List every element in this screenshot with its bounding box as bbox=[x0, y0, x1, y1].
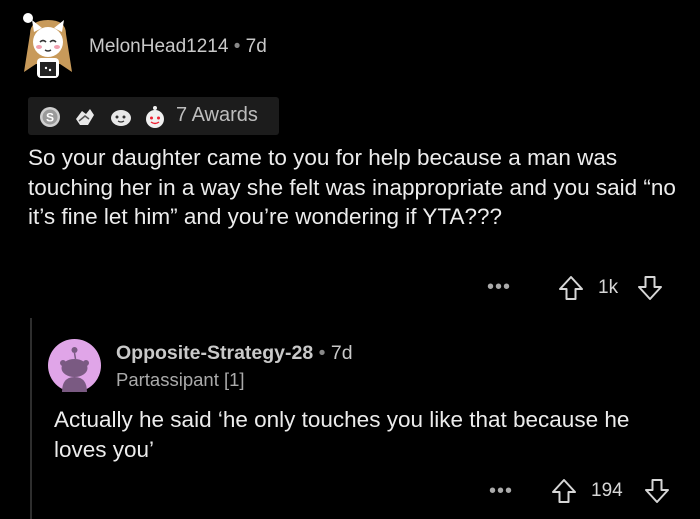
avatar[interactable] bbox=[20, 12, 76, 78]
separator-dot: • bbox=[233, 36, 241, 57]
comment-time: 7d bbox=[330, 342, 353, 364]
wholesome-award-icon bbox=[109, 105, 133, 129]
comment-time: 7d bbox=[245, 36, 267, 57]
more-options-button[interactable]: ••• bbox=[487, 276, 511, 299]
comment-header: MelonHead1214 • 7d bbox=[89, 36, 267, 58]
comment-body: So your daughter came to you for help be… bbox=[28, 145, 676, 229]
upvote-icon[interactable] bbox=[558, 274, 584, 307]
comment-header: Opposite-Strategy-28 • 7d bbox=[116, 342, 353, 365]
helpful-award-icon bbox=[73, 105, 97, 129]
separator-dot: • bbox=[318, 342, 326, 364]
thread-line[interactable] bbox=[30, 318, 32, 519]
upvote-icon[interactable] bbox=[551, 477, 577, 510]
username-link[interactable]: Opposite-Strategy-28 bbox=[116, 342, 313, 364]
svg-text:S: S bbox=[46, 111, 54, 125]
more-options-button[interactable]: ••• bbox=[489, 480, 513, 503]
downvote-icon[interactable] bbox=[637, 274, 663, 307]
vote-score: 194 bbox=[591, 480, 623, 501]
comment-body: Actually he said ‘he only touches you li… bbox=[54, 407, 630, 462]
avatar[interactable] bbox=[48, 339, 101, 392]
hugz-award-icon bbox=[143, 105, 167, 129]
downvote-icon[interactable] bbox=[644, 477, 670, 510]
user-flair: Partassipant [1] bbox=[116, 369, 245, 390]
awards-count: 7 Awards bbox=[176, 104, 258, 126]
vote-score: 1k bbox=[598, 277, 619, 298]
silver-award-icon: S bbox=[38, 105, 62, 129]
username-link[interactable]: MelonHead1214 bbox=[89, 36, 228, 57]
